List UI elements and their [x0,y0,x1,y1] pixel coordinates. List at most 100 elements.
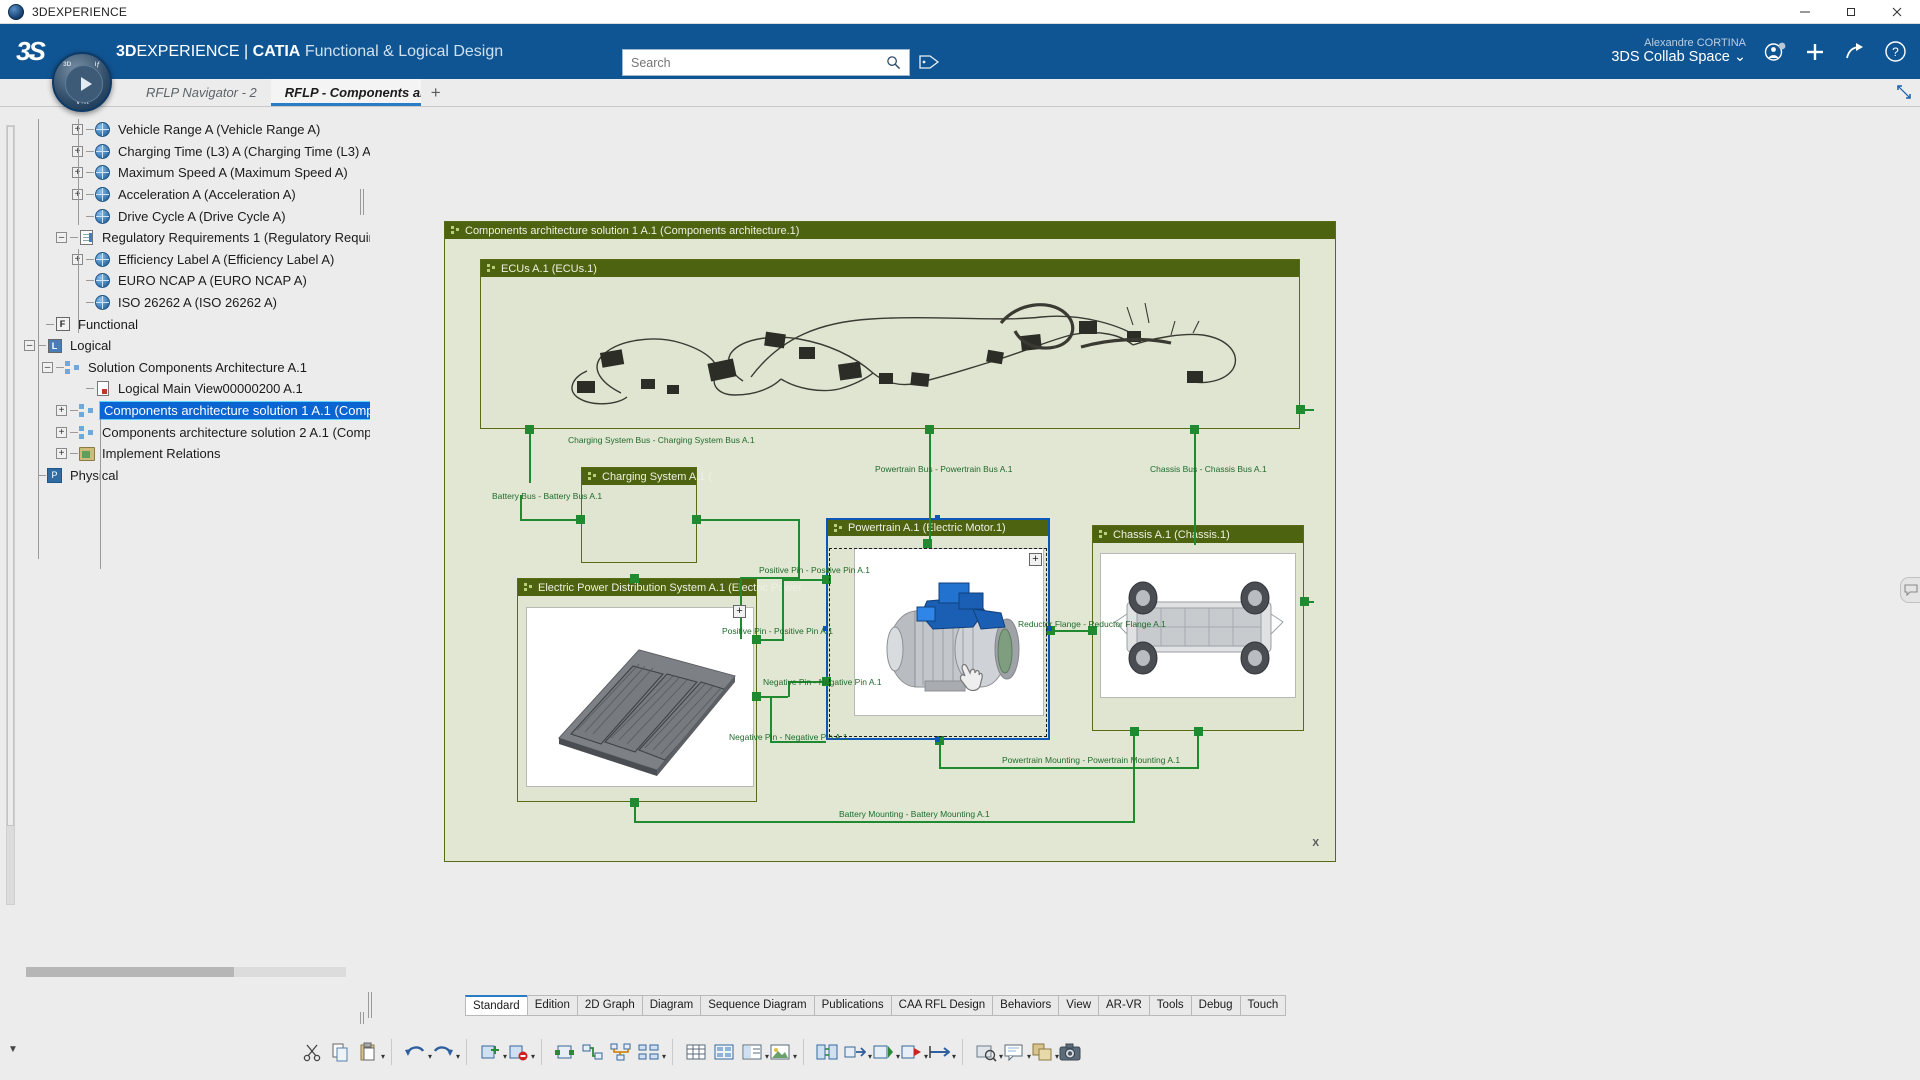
expand-view-icon[interactable] [1894,82,1914,102]
workbench-tab-ar-vr[interactable]: AR-VR [1098,995,1149,1016]
create-port-icon[interactable] [552,1037,578,1067]
port-ecus-bottom-mid[interactable] [925,425,934,434]
duplicate-icon[interactable]: ▾ [1029,1037,1059,1067]
workbench-tab-bar[interactable]: Standard Edition 2D Graph Diagram Sequence D… [465,995,1287,1016]
user-account-icon[interactable] [1762,39,1788,65]
port-powertrain-left-1[interactable] [822,575,831,584]
close-button[interactable] [1874,0,1920,23]
tree-horizontal-scrollbar[interactable] [26,967,346,977]
chevron-down-icon[interactable]: ▾ [793,1052,797,1061]
selection-handle-right[interactable] [1047,626,1052,631]
search-input[interactable] [623,55,886,70]
workbench-tab-standard[interactable]: Standard [465,995,527,1016]
search-icon[interactable] [886,55,909,70]
layout-icon[interactable]: ▾ [739,1037,769,1067]
replace-icon[interactable]: ▾ [842,1037,872,1067]
tab-rflp-navigator[interactable]: RFLP Navigator - 2 [132,79,271,106]
table-view-icon[interactable] [683,1037,709,1067]
workbench-tab-behaviors[interactable]: Behaviors [992,995,1059,1016]
selection-handle-left[interactable] [823,626,828,631]
workbench-tab-edition[interactable]: Edition [526,995,577,1016]
annotation-icon[interactable]: ▾ [1001,1037,1031,1067]
tree-toggle-icon[interactable]: + [56,426,67,438]
block-epds[interactable]: Electric Power Distribution System A.1 (… [517,578,802,802]
tree-toggle-icon[interactable]: – [24,340,35,352]
port-powertrain-top[interactable] [923,539,932,548]
port-charging-right[interactable] [692,515,701,524]
tab-rflp-components-architecture[interactable]: RFLP - Components archite [270,79,421,106]
copy-icon[interactable] [327,1037,353,1067]
port-ecus-bottom-right[interactable] [1190,425,1199,434]
workbench-tab-view[interactable]: View [1058,995,1099,1016]
undo-icon[interactable]: ▾ [402,1037,432,1067]
simulate-icon[interactable]: ▾ [870,1037,900,1067]
arrange-icon[interactable]: ▾ [636,1037,666,1067]
compass-icon[interactable]: 3D iƒ V+R [52,52,112,112]
create-connection-icon[interactable] [580,1037,606,1067]
workbench-tab-debug[interactable]: Debug [1190,995,1240,1016]
redo-icon[interactable]: ▾ [430,1037,460,1067]
camera-icon[interactable] [1057,1037,1083,1067]
panel-splitter-top[interactable] [360,189,368,215]
toolbar-splitter[interactable] [368,992,376,1018]
comment-icon[interactable] [1900,577,1920,603]
run-icon[interactable]: ▾ [898,1037,928,1067]
workbench-tab-2d-graph[interactable]: 2D Graph [576,995,642,1016]
image-icon[interactable]: ▾ [767,1037,797,1067]
block-charging-system[interactable]: Charging System A.1 ( [581,467,712,563]
add-icon[interactable] [1802,39,1828,65]
workbench-tab-diagram[interactable]: Diagram [641,995,701,1016]
create-component-icon[interactable]: ▾ [477,1037,507,1067]
delete-component-icon[interactable]: ▾ [505,1037,535,1067]
workbench-tab-tools[interactable]: Tools [1148,995,1191,1016]
port-epds-bottom[interactable] [630,798,639,807]
tree-toggle-icon[interactable]: – [56,232,67,244]
workbench-tab-touch[interactable]: Touch [1239,995,1287,1016]
port-charging-left[interactable] [576,515,585,524]
tree-toggle-icon[interactable]: – [42,361,53,373]
workbench-tab-publications[interactable]: Publications [813,995,891,1016]
zoom-fit-icon[interactable]: ▾ [973,1037,1003,1067]
workbench-tab-sequence-diagram[interactable]: Sequence Diagram [700,995,814,1016]
chevron-down-icon[interactable]: ▾ [952,1052,956,1061]
chevron-down-icon[interactable]: ▾ [456,1052,460,1061]
selection-handle-bottom[interactable] [935,737,940,742]
tag-icon[interactable] [918,52,940,77]
port-chassis-bottom-2[interactable] [1194,727,1203,736]
bottom-toolbar[interactable]: ▼ ▾ ▾ ▾ ▾ ▾ ▾ ▾ ▾ ▾ ▾ ▾ ▾ ▾ ▾ ▾ [0,1024,1920,1080]
share-icon[interactable] [1842,39,1868,65]
workbench-tab-caa-rfl-design[interactable]: CAA RFL Design [890,995,993,1016]
port-chassis-right[interactable] [1300,597,1309,606]
minimize-button[interactable] [1782,0,1828,23]
diagram-canvas[interactable]: Components architecture solution 1 A.1 (… [370,107,1920,1027]
paste-icon[interactable]: ▾ [355,1037,385,1067]
block-powertrain[interactable]: Powertrain A.1 (Electric Motor.1) [826,518,1050,740]
grid-view-icon[interactable] [711,1037,737,1067]
align-icon[interactable]: ▾ [926,1037,956,1067]
auto-route-icon[interactable] [608,1037,634,1067]
port-ecus-bottom-left[interactable] [525,425,534,434]
maximize-button[interactable] [1828,0,1874,23]
tree-toggle-icon[interactable]: + [56,448,67,460]
toolbar-collapse-button[interactable]: ▼ [0,1044,26,1061]
cut-icon[interactable] [299,1037,325,1067]
search-box[interactable] [622,49,910,76]
tree-hscrollbar-thumb[interactable] [26,967,234,977]
chevron-down-icon[interactable]: ▾ [531,1052,535,1061]
add-tab-button[interactable]: + [421,80,451,106]
port-epds-top[interactable] [630,574,639,583]
port-epds-right-1[interactable] [752,635,761,644]
user-info[interactable]: Alexandre CORTINA 3DS Collab Space ⌄ [1611,37,1746,66]
port-ecus-right[interactable] [1296,405,1305,414]
block-powertrain-expand-button[interactable]: + [1029,553,1042,566]
selection-handle-top[interactable] [935,515,940,520]
chevron-down-icon[interactable]: ▾ [381,1052,385,1061]
swap-icon[interactable] [814,1037,840,1067]
chevron-down-icon[interactable]: ▾ [662,1052,666,1061]
block-ecus[interactable]: ECUs A.1 (ECUs.1) [480,259,1300,429]
collab-space-selector[interactable]: 3DS Collab Space ⌄ [1611,49,1746,66]
port-chassis-bottom-1[interactable] [1130,727,1139,736]
block-epds-expand-button[interactable]: + [733,605,746,618]
port-epds-right-2[interactable] [752,692,761,701]
help-icon[interactable]: ? [1882,39,1908,65]
